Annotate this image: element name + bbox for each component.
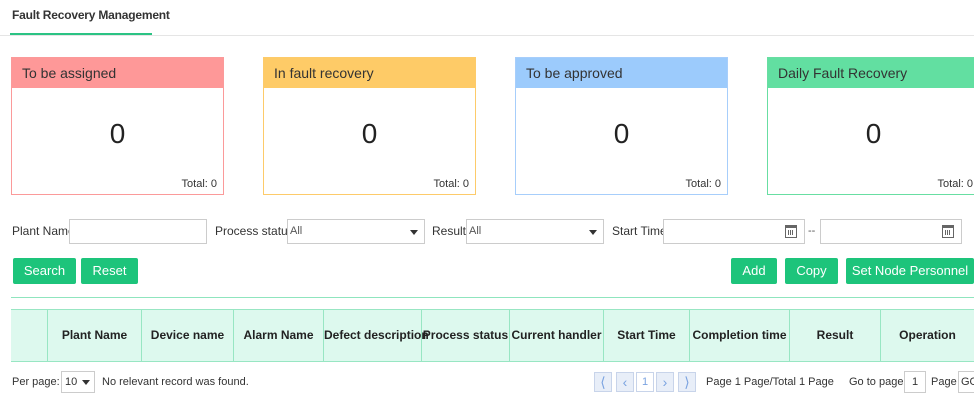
current-page[interactable]: 1 bbox=[636, 372, 654, 392]
result-label: Result bbox=[432, 224, 467, 238]
column-header[interactable]: Plant Name bbox=[47, 310, 141, 361]
start-time-to-input[interactable] bbox=[820, 219, 962, 244]
tab-fault-recovery-management[interactable]: Fault Recovery Management bbox=[10, 8, 172, 36]
page-suffix: Page bbox=[931, 376, 957, 388]
chevron-down-icon bbox=[410, 230, 418, 235]
go-button[interactable]: GO bbox=[958, 371, 974, 393]
column-header[interactable]: Alarm Name bbox=[233, 310, 323, 361]
result-select[interactable]: All bbox=[466, 219, 604, 244]
calendar-icon[interactable] bbox=[785, 225, 797, 238]
goto-page-input[interactable]: 1 bbox=[904, 371, 926, 393]
start-time-from-input[interactable] bbox=[663, 219, 805, 244]
table-header: Plant Name Device name Alarm Name Defect… bbox=[11, 309, 974, 362]
first-page-icon[interactable]: ⟨ bbox=[594, 372, 612, 392]
reset-button[interactable]: Reset bbox=[81, 258, 138, 284]
start-time-label: Start Time bbox=[612, 224, 667, 238]
card-value: 0 bbox=[109, 118, 126, 149]
card-total: Total: 0 bbox=[685, 178, 721, 190]
range-separator: -- bbox=[808, 225, 816, 237]
tab-bar: Fault Recovery Management bbox=[0, 0, 974, 36]
column-header[interactable]: Operation bbox=[880, 310, 974, 361]
card-total: Total: 0 bbox=[181, 178, 217, 190]
card-value: 0 bbox=[613, 118, 630, 149]
select-column-header[interactable] bbox=[11, 310, 47, 361]
no-records-message: No relevant record was found. bbox=[102, 376, 249, 388]
prev-page-icon[interactable]: ‹ bbox=[616, 372, 634, 392]
column-header[interactable]: Process status bbox=[421, 310, 509, 361]
per-page-select[interactable]: 10 bbox=[61, 371, 95, 393]
next-page-icon[interactable]: › bbox=[656, 372, 674, 392]
card-value: 0 bbox=[865, 118, 882, 149]
per-page-label: Per page: bbox=[12, 376, 60, 388]
divider bbox=[11, 297, 974, 298]
card-value: 0 bbox=[361, 118, 378, 149]
goto-label: Go to page bbox=[849, 376, 904, 388]
process-status-select[interactable]: All bbox=[287, 219, 425, 244]
column-header[interactable]: Defect description bbox=[323, 310, 429, 361]
column-header[interactable]: Current handler bbox=[509, 310, 603, 361]
add-button[interactable]: Add bbox=[731, 258, 777, 284]
card-title: To be assigned bbox=[12, 58, 223, 88]
card-to-be-approved[interactable]: To be approved 0 Total: 0 bbox=[515, 57, 728, 195]
plant-name-label: Plant Name bbox=[12, 224, 75, 238]
page-info: Page 1 Page/Total 1 Page bbox=[706, 376, 834, 388]
column-header[interactable]: Completion time bbox=[689, 310, 789, 361]
card-to-be-assigned[interactable]: To be assigned 0 Total: 0 bbox=[11, 57, 224, 195]
column-header[interactable]: Device name bbox=[141, 310, 233, 361]
card-title: Daily Fault Recovery bbox=[768, 58, 974, 88]
per-page-value: 10 bbox=[65, 376, 78, 388]
process-status-value: All bbox=[290, 225, 303, 237]
card-title: To be approved bbox=[516, 58, 727, 88]
column-header[interactable]: Result bbox=[789, 310, 880, 361]
result-value: All bbox=[469, 225, 482, 237]
card-title: In fault recovery bbox=[264, 58, 475, 88]
process-status-label: Process status bbox=[215, 224, 294, 238]
card-total: Total: 0 bbox=[433, 178, 469, 190]
chevron-down-icon bbox=[82, 380, 90, 385]
plant-name-input[interactable] bbox=[69, 219, 207, 244]
copy-button[interactable]: Copy bbox=[785, 258, 838, 284]
last-page-icon[interactable]: ⟩ bbox=[678, 372, 696, 392]
column-header[interactable]: Start Time bbox=[603, 310, 689, 361]
card-total: Total: 0 bbox=[937, 178, 973, 190]
calendar-icon[interactable] bbox=[942, 225, 954, 238]
pagination-bar: Per page: 10 No relevant record was foun… bbox=[0, 368, 974, 396]
active-tab-indicator bbox=[10, 33, 152, 35]
card-in-fault-recovery[interactable]: In fault recovery 0 Total: 0 bbox=[263, 57, 476, 195]
chevron-down-icon bbox=[589, 230, 597, 235]
search-button[interactable]: Search bbox=[13, 258, 76, 284]
set-node-personnel-button[interactable]: Set Node Personnel bbox=[846, 258, 974, 284]
card-daily-fault-recovery[interactable]: Daily Fault Recovery 0 Total: 0 bbox=[767, 57, 974, 195]
